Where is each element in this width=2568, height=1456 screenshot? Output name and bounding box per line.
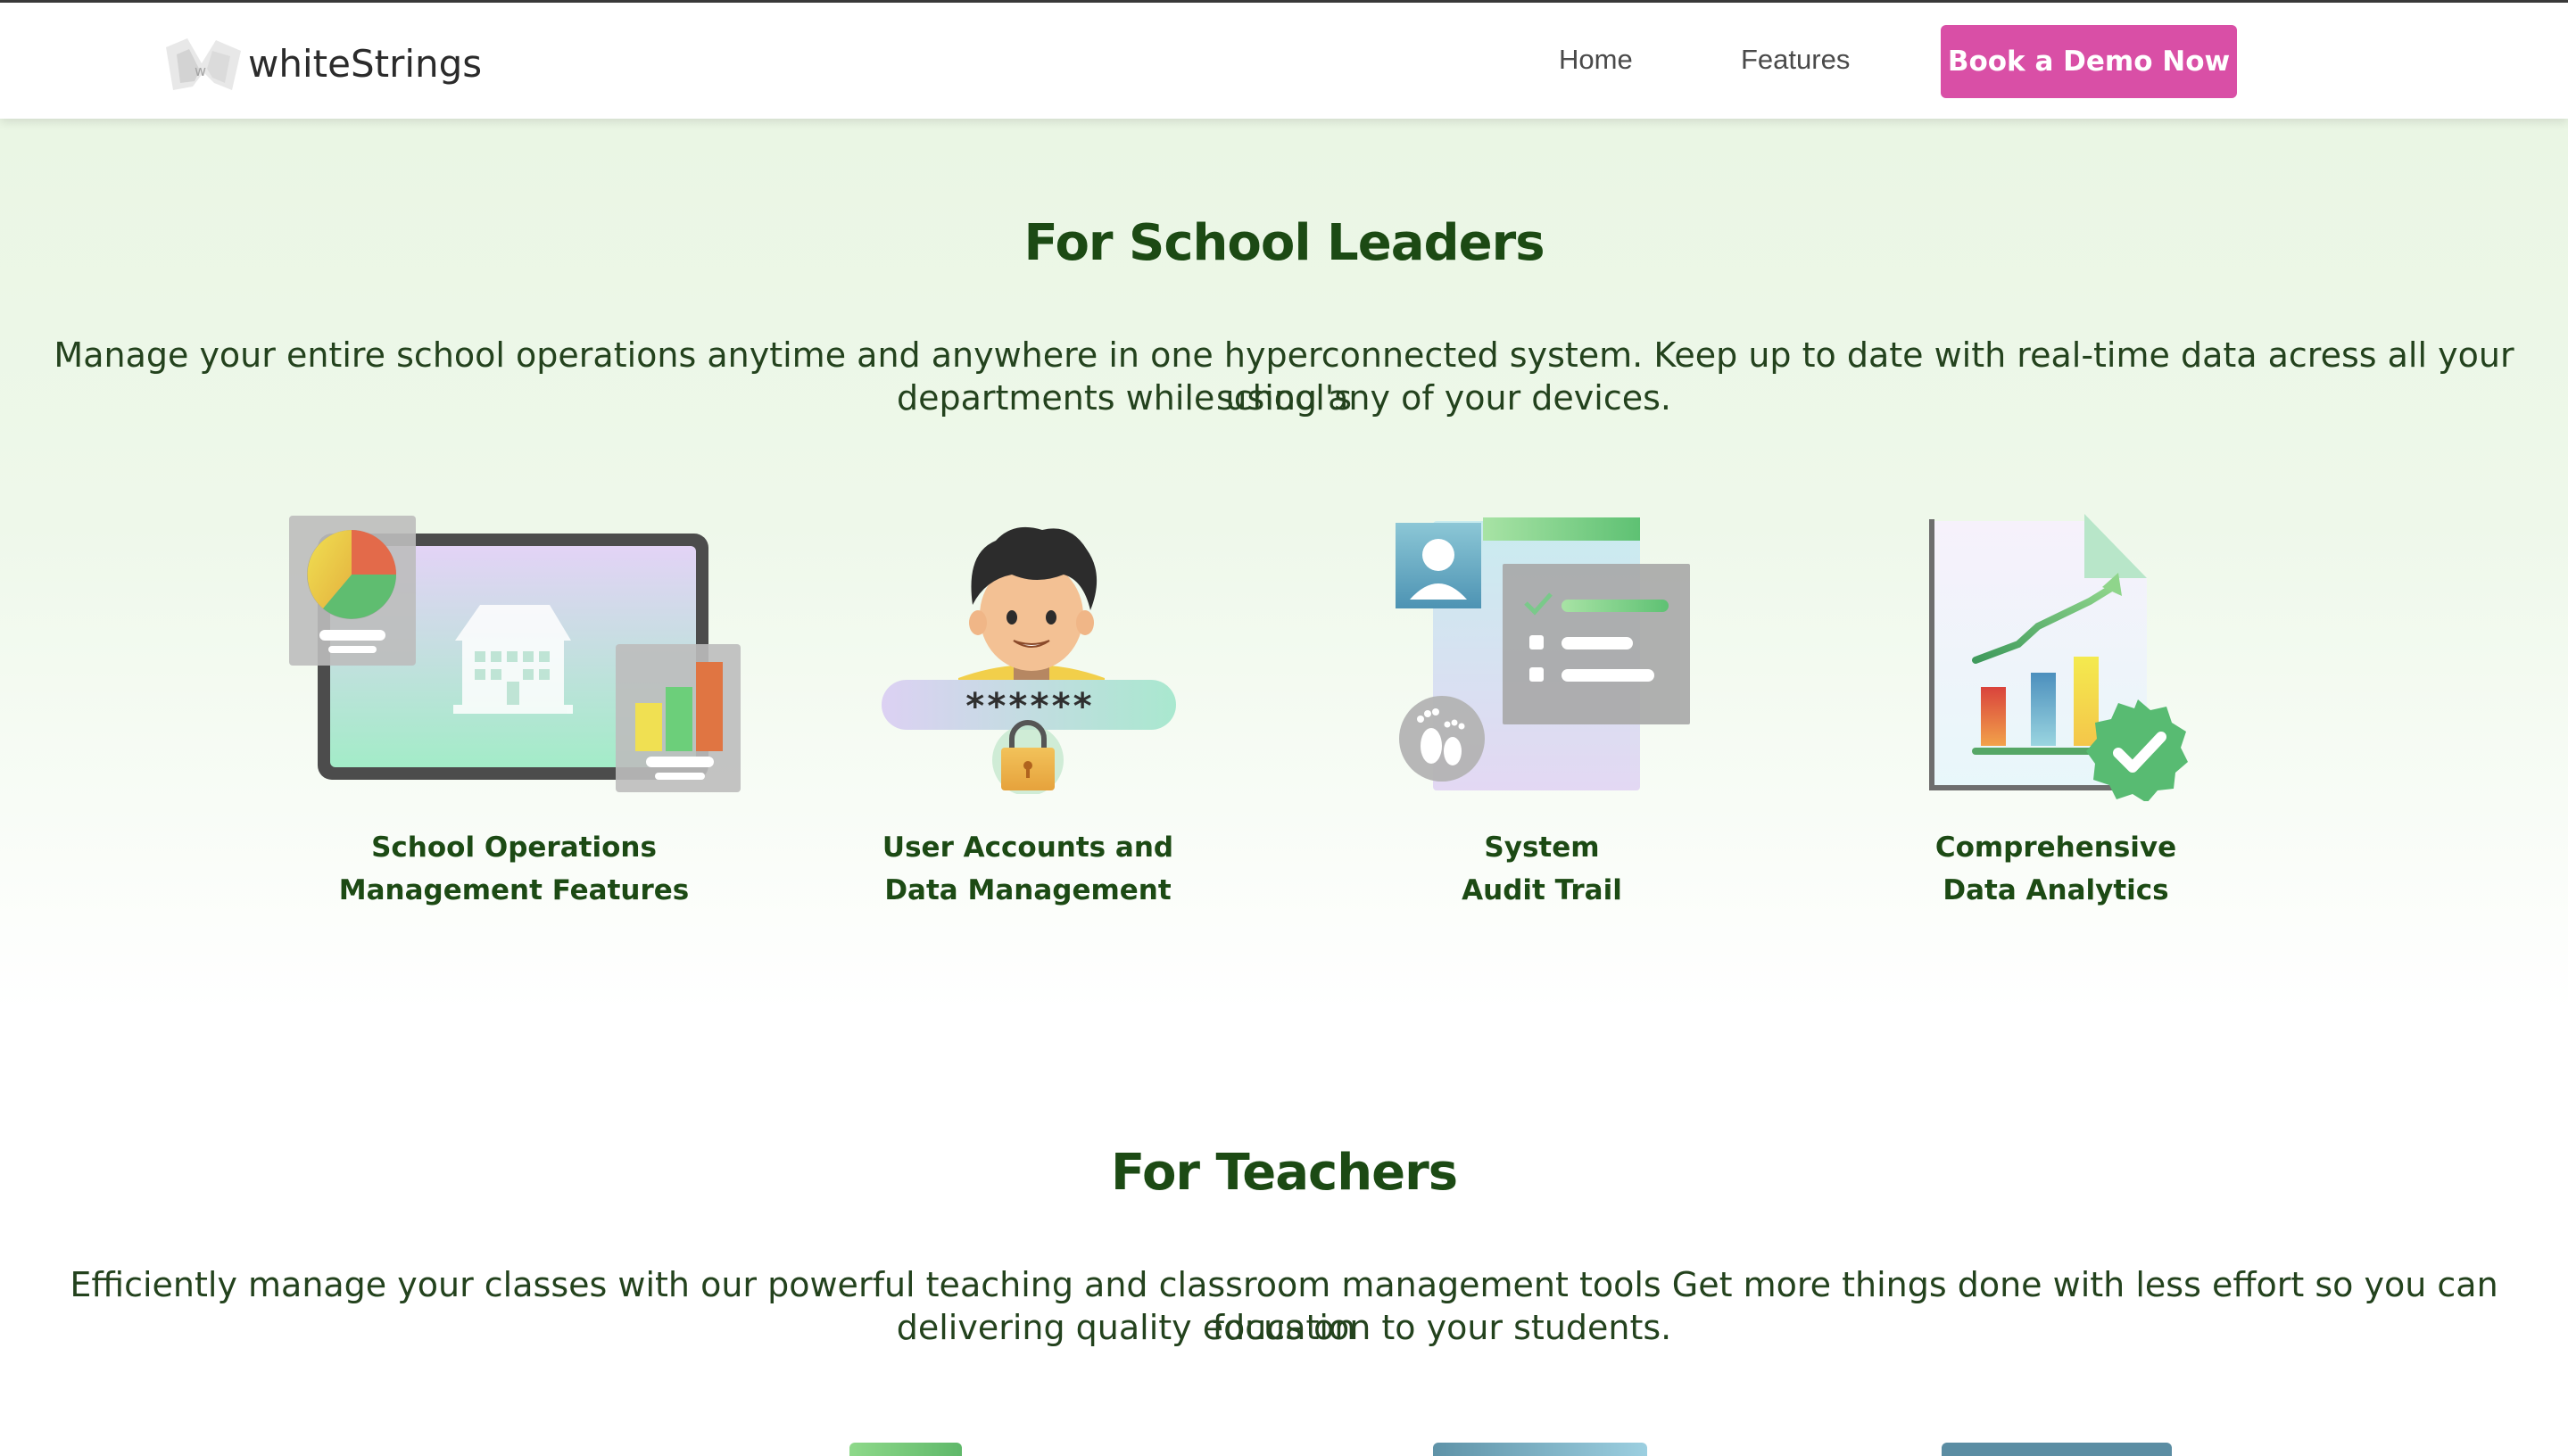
leaders-description-line2: departments while using any of your devi… [896,378,1671,418]
analytics-chart-icon [1927,510,2195,805]
nav-home-link[interactable]: Home [1559,44,1633,76]
site-header: w whiteStrings Home Features Book a Demo… [0,3,2568,119]
school-building-icon [287,516,742,798]
feature-label-user-accounts-line2: Data Management [884,874,1172,906]
book-demo-button[interactable]: Book a Demo Now [1941,25,2237,98]
feature-label-audit-trail-line2: Audit Trail [1462,874,1622,906]
teachers-section-title: For Teachers [1110,1144,1458,1202]
feature-label-school-operations-line2: Management Features [338,874,690,906]
feature-label-data-analytics-line2: Data Analytics [1943,874,2169,906]
feature-label-data-analytics-line1: Comprehensive [1934,831,2177,864]
brand-name: whiteStrings [248,41,483,86]
feature-label-audit-trail-line1: System [1484,831,1600,864]
whitestrings-logo-icon: w [161,28,246,99]
feature-label-school-operations-line1: School Operations [371,831,657,864]
user-password-lock-icon: ****** [880,517,1183,798]
teacher-feature-illustration-2 [1433,1443,1647,1456]
feature-label-user-accounts-line1: User Accounts and [882,831,1174,864]
leaders-section-title: For School Leaders [1023,214,1545,272]
svg-text:w: w [195,62,206,79]
brand-logo[interactable]: w whiteStrings [161,28,482,99]
teachers-description-line2: delivering quality education to your stu… [896,1308,1672,1347]
teacher-feature-illustration-1 [849,1443,962,1456]
nav-features-link[interactable]: Features [1741,44,1850,76]
audit-checklist-icon [1394,517,1697,798]
teacher-feature-illustration-3 [1942,1443,2172,1456]
